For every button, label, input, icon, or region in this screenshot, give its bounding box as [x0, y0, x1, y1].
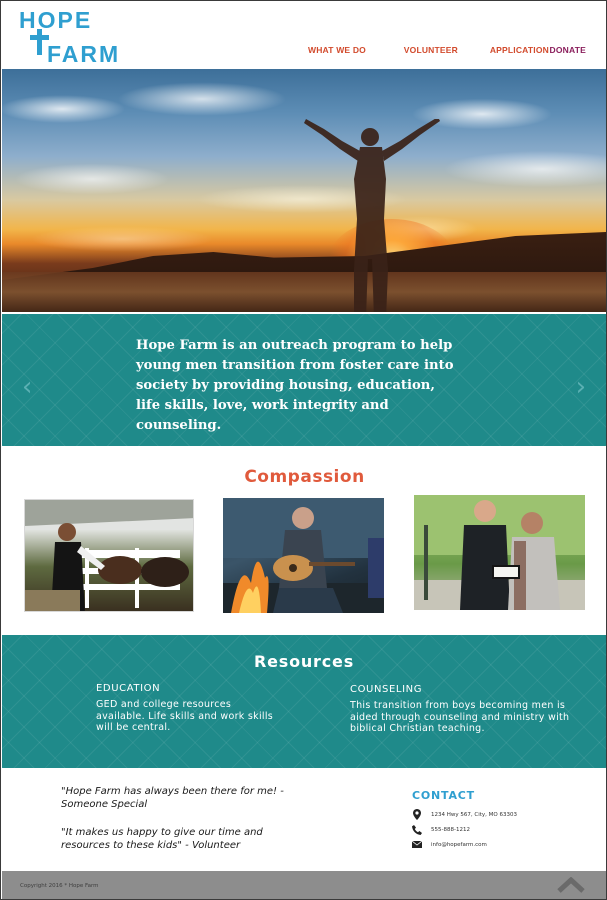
scroll-to-top-chevron-icon[interactable]	[556, 876, 586, 893]
carousel-next-chevron-icon[interactable]: ›	[576, 372, 586, 402]
page-frame: HOPE FARM WHAT WE DO VOLUNTEER APPLICATI…	[0, 0, 607, 900]
contact-heading: CONTACT	[412, 789, 475, 802]
nav-volunteer[interactable]: VOLUNTEER	[404, 45, 458, 55]
contact-email-row: info@hopefarm.com	[412, 837, 592, 852]
contact-address-row: 1234 Hwy 567, City, MO 63303	[412, 807, 592, 822]
photo-farm-illustration	[25, 500, 193, 611]
hero-image-sunset	[2, 69, 606, 312]
nav-application[interactable]: APPLICATION	[490, 45, 549, 55]
hero-person-silhouette	[304, 119, 440, 312]
copyright-text: Copyright 2016 * Hope Farm	[20, 883, 99, 889]
photo-farm-work	[24, 499, 194, 612]
envelope-icon	[412, 840, 422, 850]
contact-email[interactable]: info@hopefarm.com	[431, 842, 487, 848]
nav-what-we-do[interactable]: WHAT WE DO	[308, 45, 366, 55]
testimonial-quote: "It makes us happy to give our time and …	[61, 827, 263, 851]
logo-cross-bar	[30, 35, 49, 40]
photo-campfire-guitar	[223, 498, 384, 613]
testimonial-quote: "Hope Farm has always been there for me!…	[61, 786, 284, 810]
nav-donate[interactable]: DONATE	[550, 45, 586, 55]
footer-bar: Copyright 2016 * Hope Farm	[2, 871, 606, 899]
photo-guitar-illustration	[223, 498, 384, 613]
logo-line-hope: HOPE	[19, 7, 93, 33]
contact-address: 1234 Hwy 567, City, MO 63303	[431, 811, 517, 818]
map-pin-icon	[412, 809, 422, 820]
photo-bible-study	[414, 495, 585, 610]
hope-farm-logo[interactable]: HOPE FARM	[19, 9, 159, 67]
education-text: GED and college resources available. Lif…	[96, 699, 274, 733]
mission-statement: Hope Farm is an outreach program to help…	[136, 338, 454, 433]
contact-phone-row: 555-888-1212	[412, 822, 592, 837]
testimonials: "Hope Farm has always been there for me!…	[61, 785, 291, 867]
resources-section: Resources EDUCATION GED and college reso…	[2, 635, 606, 768]
carousel-prev-chevron-icon[interactable]: ‹	[22, 372, 32, 402]
site-header: HOPE FARM WHAT WE DO VOLUNTEER APPLICATI…	[1, 1, 606, 69]
education-column: EDUCATION GED and college resources avai…	[96, 683, 276, 734]
photo-bible-illustration	[414, 495, 585, 610]
logo-cross-icon	[37, 29, 42, 55]
mission-carousel: ‹ Hope Farm is an outreach program to he…	[2, 314, 606, 446]
education-heading: EDUCATION	[96, 683, 161, 694]
contact-phone[interactable]: 555-888-1212	[431, 827, 470, 833]
resources-heading: Resources	[253, 652, 355, 671]
logo-line-farm: FARM	[47, 41, 121, 67]
counseling-heading: COUNSELING	[350, 684, 423, 695]
counseling-text: This transition from boys becoming men i…	[350, 700, 570, 734]
contact-block: CONTACT 1234 Hwy 567, City, MO 63303 555…	[412, 789, 592, 852]
phone-icon	[412, 824, 422, 835]
compassion-heading: Compassion	[244, 467, 365, 487]
counseling-column: COUNSELING This transition from boys bec…	[350, 684, 590, 735]
